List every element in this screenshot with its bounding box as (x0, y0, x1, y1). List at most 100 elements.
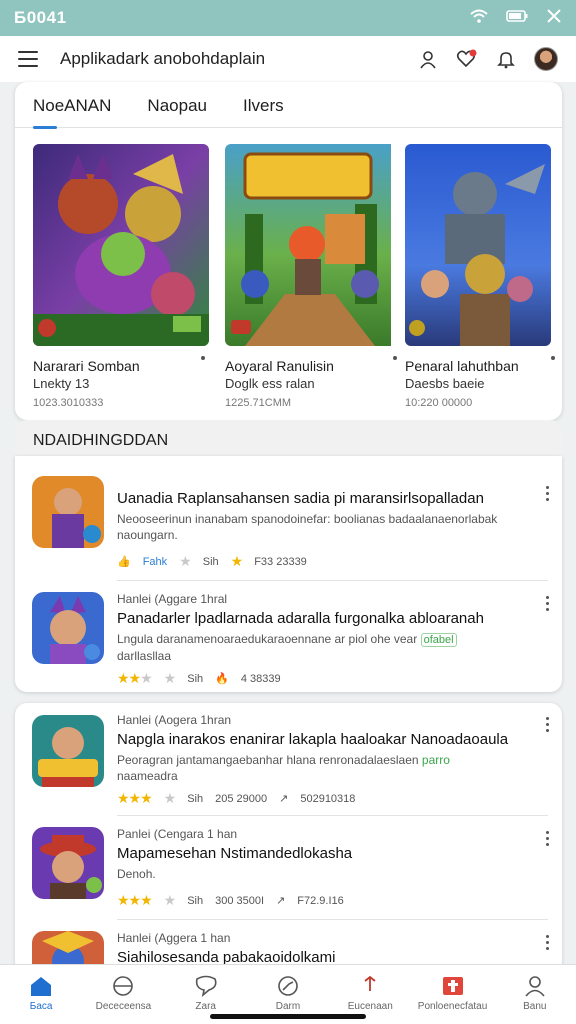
divider (117, 919, 548, 920)
chat-icon (195, 975, 217, 997)
home-icon (31, 977, 52, 996)
size-label: Sih (187, 672, 204, 685)
app-list-card: Hanlei (Aogera 1hran Napgla inarakos ena… (15, 703, 562, 973)
nav-label: Баca (29, 1001, 53, 1012)
app-meta: ★★★ ★ Sih 🔥 4 38339 (117, 670, 526, 687)
bell-icon (364, 975, 376, 991)
trend-icon: ↗ (276, 895, 286, 907)
app-category: Panlei (Cengara 1 han (117, 827, 238, 841)
nav-label: Eucenaan (347, 1001, 393, 1012)
avatar[interactable] (534, 47, 558, 71)
globe-icon (113, 976, 134, 996)
game-artwork (405, 144, 551, 346)
more-icon[interactable] (393, 356, 397, 360)
app-title: Napgla inarakos enanirar lakapla haaloak… (117, 731, 509, 748)
app-title: Uanadia Raplansahansen sadia pi maransir… (117, 490, 484, 507)
app-category: Hanlei (Aggera 1 han (117, 931, 231, 945)
game-meta: 1023.3010333 (33, 397, 104, 409)
list-item[interactable]: Uanadia Raplansahansen sadia pi maransir… (15, 476, 562, 586)
section-title: NDAIDHINGDDAN (15, 420, 562, 458)
tab-naopau[interactable]: Naopau (147, 94, 207, 128)
tab-noeanan[interactable]: NoeANAN (33, 94, 111, 129)
menu-icon[interactable] (18, 51, 38, 67)
app-icon (32, 476, 104, 548)
account-icon[interactable] (418, 49, 438, 69)
app-description: Lngula daranamenoaraedukaraoennane ar pi… (117, 631, 526, 664)
game-artwork (225, 144, 401, 346)
app-icon (32, 715, 104, 787)
star-icon: ★ (179, 553, 192, 569)
status-time: Б0041 (14, 8, 67, 27)
app-description: Neooseerinun inanabam spanodoinefar: boo… (117, 512, 498, 542)
game-subtitle: Doglk ess ralan (225, 376, 315, 391)
app-meta: ★★★ ★ Sih 300 3500I ↗ F72.9.I16 (117, 892, 526, 909)
more-icon[interactable] (201, 356, 205, 360)
app-category: Hanlei (Aogera 1hran (117, 713, 232, 727)
trend-icon: ↗ (279, 793, 289, 805)
nav-label: Darm (275, 1001, 301, 1012)
status-bar: Б0041 (0, 0, 576, 36)
more-options-icon[interactable] (546, 831, 550, 846)
star-icon: ★ (163, 670, 177, 686)
list-item[interactable]: Hanlei (Aogera 1hran Napgla inarakos ena… (15, 713, 562, 817)
app-description: Denoh. (117, 867, 156, 881)
nav-label: Ponloenecfatau (417, 1001, 488, 1012)
featured-game[interactable]: Aoyaral Ranulisin Doglk ess ralan 1225.7… (225, 144, 401, 409)
favorites-icon[interactable] (456, 49, 478, 69)
app-icon (32, 592, 104, 664)
star-icon: ★ (230, 553, 244, 569)
downloads-count: F33 23339 (254, 555, 307, 568)
more-options-icon[interactable] (546, 717, 550, 732)
nav-label: Zara (195, 1001, 216, 1012)
nav-label: Banu (523, 1001, 547, 1012)
app-meta: 👍 Fahk ★ Sih ★ F33 23339 (117, 553, 526, 570)
extra-count: F72.9.I16 (297, 894, 344, 907)
downloads-count: 205 29000 (215, 792, 268, 805)
compass-icon (278, 976, 298, 996)
more-icon[interactable] (551, 356, 555, 360)
app-title: Mapamesehan Nstimandedlokasha (117, 845, 353, 862)
rating-stars: ★★★ (117, 790, 153, 806)
list-item[interactable]: Hanlei (Aggare 1hral Panadarler lpadlarn… (15, 592, 562, 688)
more-options-icon[interactable] (546, 596, 550, 611)
notifications-icon[interactable] (496, 49, 516, 69)
star-icon: ★ (163, 790, 177, 806)
list-item[interactable]: Panlei (Cengara 1 han Mapamesehan Nstima… (15, 827, 562, 923)
featured-game[interactable]: Nararari Somban Lnekty 13 1023.3010333 (33, 144, 209, 409)
app-title: Panadarler lpadlarnada adaralla furgonal… (117, 610, 484, 627)
more-options-icon[interactable] (546, 935, 550, 950)
app-meta: ★★★ ★ Sih 205 29000 ↗ 502910318 (117, 790, 526, 807)
star-icon: ★ (163, 892, 177, 908)
nav-profile[interactable]: Banu (494, 965, 576, 1024)
app-tag: ofabel (420, 633, 457, 647)
downloads-count: 4 38339 (240, 672, 281, 685)
nav-rewards[interactable]: Ponloenecfatau (411, 965, 493, 1024)
downloads-count: 300 3500I (215, 894, 265, 907)
featured-game[interactable]: Penaral lahuthban Daesbs baeie 10:220 00… (405, 144, 555, 409)
nav-home[interactable]: Баca (0, 965, 82, 1024)
gift-icon (442, 977, 463, 995)
hot-icon: 🔥 (215, 673, 229, 685)
close-icon[interactable] (546, 8, 562, 28)
rating-stars: ★★★ (117, 892, 153, 908)
rating-stars: ★★★ (117, 670, 153, 686)
game-subtitle: Daesbs baeie (405, 376, 485, 391)
tab-bar: NoeANAN Naopau Ilvers (15, 82, 562, 129)
home-indicator (210, 1014, 366, 1019)
game-artwork (33, 144, 209, 346)
game-title: Penaral lahuthban (405, 358, 519, 374)
size-label: Sih (187, 894, 204, 907)
battery-icon (506, 9, 528, 27)
tab-ilvers[interactable]: Ilvers (243, 94, 284, 128)
wifi-icon (470, 9, 488, 28)
extra-count: 502910318 (300, 792, 356, 805)
more-options-icon[interactable] (546, 486, 550, 501)
app-description: Peoragran jantamangaebanhar hlana renron… (117, 753, 450, 783)
app-category: Hanlei (Aggare 1hral (117, 592, 228, 606)
nav-browse[interactable]: Dececeensa (82, 965, 164, 1024)
game-title: Nararari Somban (33, 358, 140, 374)
featured-card: NoeANAN Naopau Ilvers Nararari Somban Ln… (15, 82, 562, 420)
nav-label: Dececeensa (95, 1001, 152, 1012)
divider (117, 815, 548, 816)
game-title: Aoyaral Ranulisin (225, 358, 334, 374)
